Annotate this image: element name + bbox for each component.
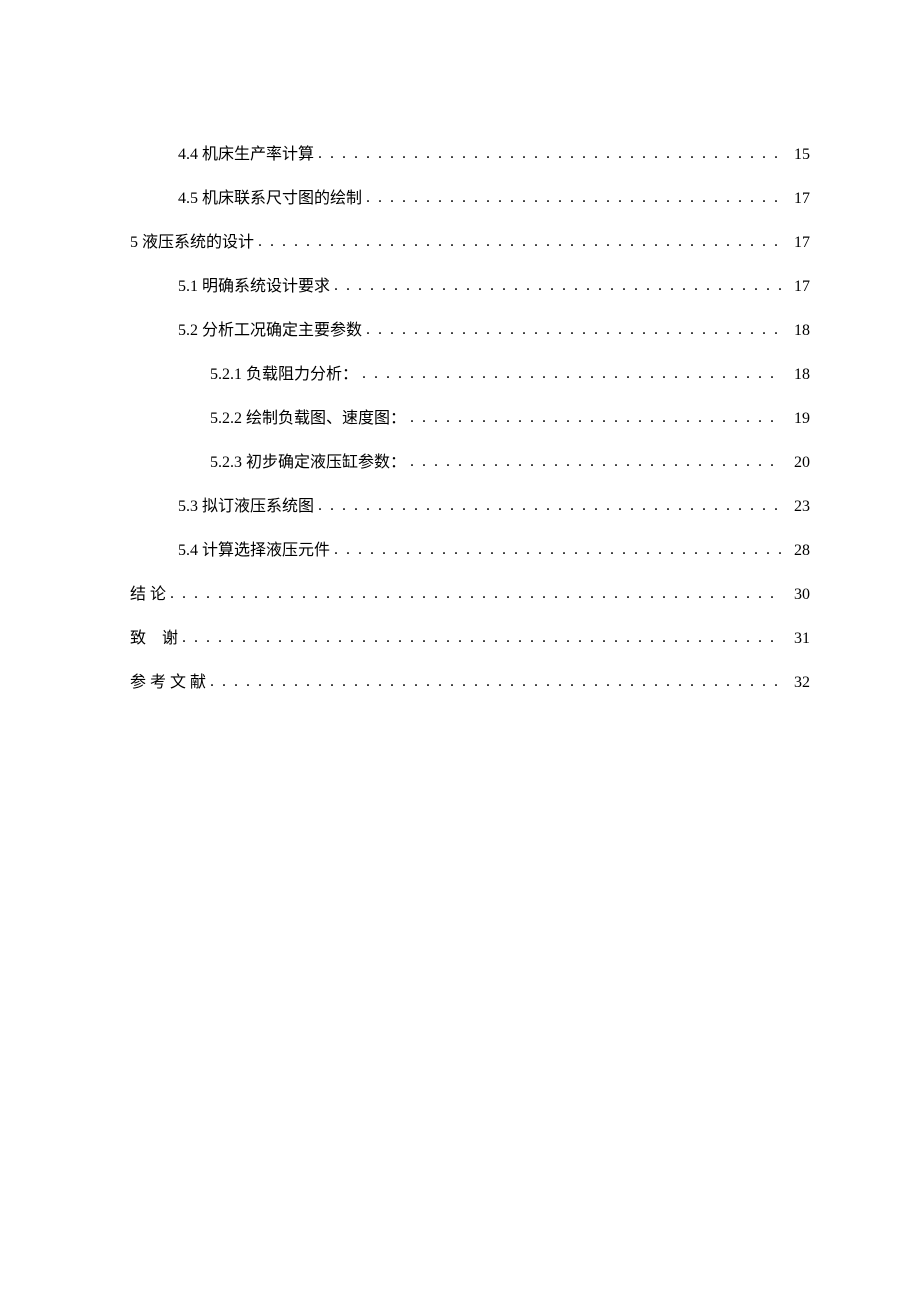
toc-entry: 5.2.3 初步确定液压缸参数： 20 <box>130 448 810 472</box>
toc-leader-dots <box>182 630 782 643</box>
toc-entry: 4.4 机床生产率计算 15 <box>130 140 810 164</box>
toc-leader-dots <box>170 586 782 599</box>
toc-label: 5.2 分析工况确定主要参数 <box>178 316 362 340</box>
toc-leader-dots <box>366 190 782 203</box>
toc-label: 5.1 明确系统设计要求 <box>178 272 330 296</box>
toc-entry: 结 论 30 <box>130 580 810 604</box>
toc-page-number: 30 <box>786 586 810 604</box>
toc-leader-dots <box>410 454 782 467</box>
toc-label: 参 考 文 献 <box>130 668 206 692</box>
toc-page-number: 19 <box>786 410 810 428</box>
toc-page-number: 15 <box>786 146 810 164</box>
toc-label: 4.4 机床生产率计算 <box>178 140 314 164</box>
toc-leader-dots <box>258 234 782 247</box>
toc-leader-dots <box>362 366 782 379</box>
toc-entry: 5.2 分析工况确定主要参数 18 <box>130 316 810 340</box>
toc-page-number: 18 <box>786 366 810 384</box>
toc-label: 5.2.1 负载阻力分析： <box>210 360 358 384</box>
page-body: 4.4 机床生产率计算 15 4.5 机床联系尺寸图的绘制 17 5 液压系统的… <box>0 0 920 692</box>
toc-page-number: 31 <box>786 630 810 648</box>
toc-entry: 参 考 文 献 32 <box>130 668 810 692</box>
toc-leader-dots <box>334 542 782 555</box>
toc-page-number: 17 <box>786 278 810 296</box>
toc-label: 结 论 <box>130 580 166 604</box>
toc-page-number: 18 <box>786 322 810 340</box>
toc-leader-dots <box>410 410 782 423</box>
toc-entry: 4.5 机床联系尺寸图的绘制 17 <box>130 184 810 208</box>
toc-leader-dots <box>334 278 782 291</box>
toc-entry: 5.1 明确系统设计要求 17 <box>130 272 810 296</box>
toc-leader-dots <box>210 674 782 687</box>
toc-entry: 5.3 拟订液压系统图 23 <box>130 492 810 516</box>
toc-entry: 致 谢 31 <box>130 624 810 648</box>
toc-label: 5 液压系统的设计 <box>130 228 254 252</box>
toc-label: 5.2.3 初步确定液压缸参数： <box>210 448 406 472</box>
toc-leader-dots <box>366 322 782 335</box>
toc-page-number: 17 <box>786 234 810 252</box>
toc-page-number: 28 <box>786 542 810 560</box>
toc-label: 5.3 拟订液压系统图 <box>178 492 314 516</box>
toc-label: 5.2.2 绘制负载图、速度图： <box>210 404 406 428</box>
toc-page-number: 20 <box>786 454 810 472</box>
table-of-contents: 4.4 机床生产率计算 15 4.5 机床联系尺寸图的绘制 17 5 液压系统的… <box>130 140 810 692</box>
toc-leader-dots <box>318 146 782 159</box>
toc-entry: 5.2.2 绘制负载图、速度图： 19 <box>130 404 810 428</box>
toc-page-number: 23 <box>786 498 810 516</box>
toc-entry: 5 液压系统的设计 17 <box>130 228 810 252</box>
toc-leader-dots <box>318 498 782 511</box>
toc-page-number: 32 <box>786 674 810 692</box>
toc-label: 5.4 计算选择液压元件 <box>178 536 330 560</box>
toc-entry: 5.2.1 负载阻力分析： 18 <box>130 360 810 384</box>
toc-label: 4.5 机床联系尺寸图的绘制 <box>178 184 362 208</box>
toc-entry: 5.4 计算选择液压元件 28 <box>130 536 810 560</box>
toc-page-number: 17 <box>786 190 810 208</box>
toc-label: 致 谢 <box>130 624 178 648</box>
